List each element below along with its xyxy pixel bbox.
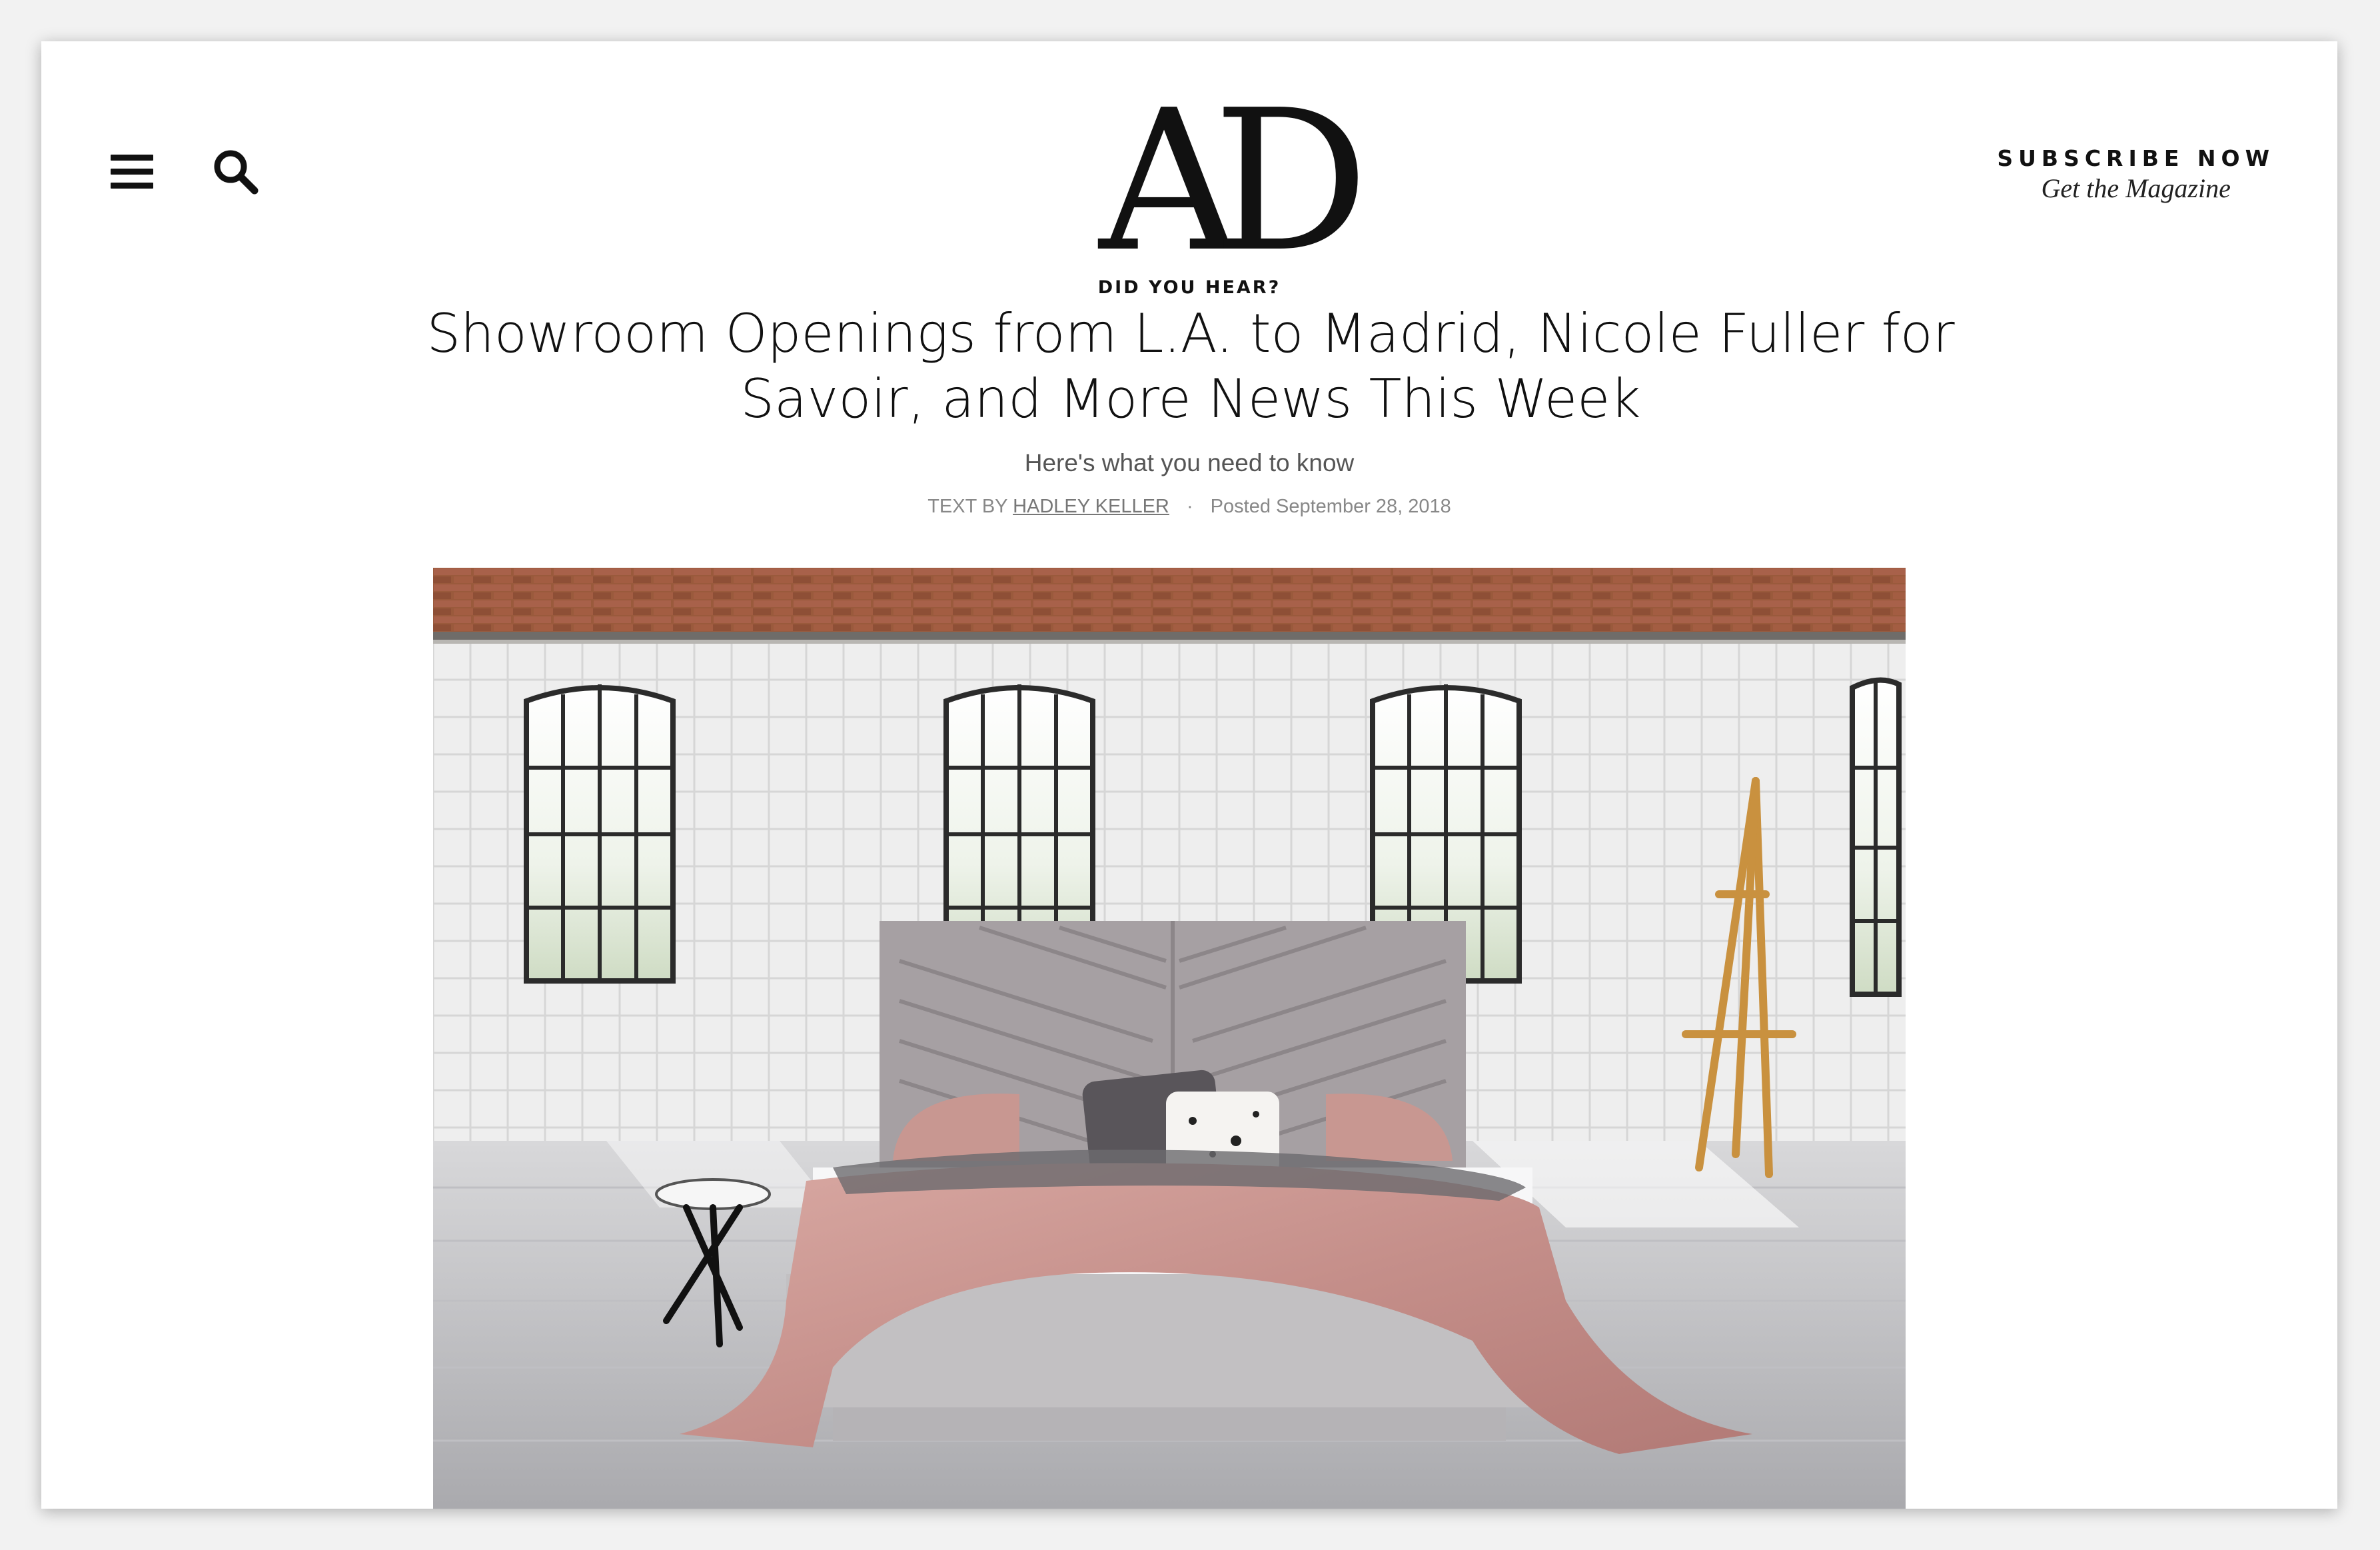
page: AD SUBSCRIBE NOW Get the Magazine DID YO… [41,41,2337,1509]
subscribe-sub-label: Get the Magazine [2041,173,2231,203]
subscribe-link[interactable]: SUBSCRIBE NOW Get the Magazine [1997,145,2275,204]
byline-separator: · [1186,496,1193,517]
byline-prefix: TEXT BY [927,496,1007,517]
posted-date: Posted September 28, 2018 [1210,496,1451,517]
hero-image [433,568,1906,1509]
article-byline: TEXT BY HADLEY KELLER · Posted September… [41,496,2337,518]
article-rubric[interactable]: DID YOU HEAR? [41,277,2337,298]
article-headline: Showroom Openings from L.A. to Madrid, N… [426,303,1955,430]
hamburger-menu-icon[interactable] [111,155,153,189]
author-link[interactable]: HADLEY KELLER [1013,496,1169,517]
site-logo[interactable]: AD [1081,81,1369,281]
subscribe-label: SUBSCRIBE NOW [1997,145,2275,171]
article-dek: Here's what you need to know [1024,449,1355,476]
search-icon[interactable] [212,148,260,196]
